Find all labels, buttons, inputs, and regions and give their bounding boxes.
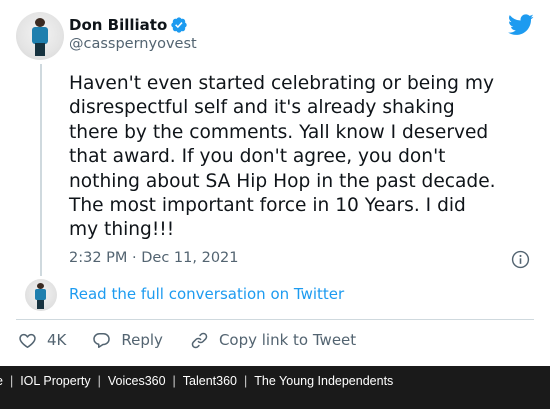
- thread-line: [40, 64, 42, 276]
- info-icon[interactable]: [511, 250, 530, 269]
- reply-avatar[interactable]: [25, 279, 57, 311]
- tweet-text-line: nothing about SA Hip Hop in the past dec…: [69, 170, 496, 192]
- copy-link-button[interactable]: Copy link to Tweet: [190, 331, 356, 350]
- copy-link-label: Copy link to Tweet: [218, 331, 357, 349]
- avatar[interactable]: [16, 12, 64, 60]
- like-button[interactable]: 4K: [18, 331, 66, 350]
- footer-link-iol-property[interactable]: IOL Property: [20, 374, 90, 388]
- tweet-text-line: my thing!!!: [69, 219, 175, 241]
- avatar-figure-legs: [35, 43, 45, 56]
- tweet-text-line: disrespectful self and it's already shak…: [69, 97, 455, 119]
- divider: [16, 319, 534, 320]
- reply-label: Reply: [121, 331, 163, 349]
- tweet-text-line: that award. If you don't agree, you don'…: [69, 146, 446, 168]
- link-icon: [191, 332, 208, 348]
- site-footer-bar: e | IOL Property | Voices360 | Talent360 | The Y…: [0, 366, 550, 409]
- tweet-embed-card: Don Billiato @casspernyovest Haven't eve…: [0, 0, 550, 366]
- reply-avatar-figure-body: [35, 289, 46, 300]
- author-name-row[interactable]: Don Billiato: [69, 14, 188, 36]
- tweet-text-line: Haven't even started celebrating or bein…: [69, 73, 494, 94]
- footer-link-voices360[interactable]: Voices360: [108, 374, 166, 388]
- heart-icon: [19, 333, 36, 348]
- footer-separator: |: [97, 374, 101, 388]
- tweet-text-line: The most important force in 10 Years. I …: [69, 195, 466, 217]
- read-full-conversation-link[interactable]: Read the full conversation on Twitter: [69, 285, 344, 303]
- twitter-bird-icon[interactable]: [508, 14, 534, 36]
- tweet-actions: 4K Reply Copy link to Tweet: [18, 329, 356, 351]
- reply-avatar-figure-legs: [37, 300, 44, 309]
- tweet-timestamp[interactable]: 2:32 PM · Dec 11, 2021: [69, 250, 239, 266]
- footer-separator: |: [9, 374, 14, 388]
- footer-link[interactable]: e: [0, 374, 3, 388]
- footer-link-young-independents[interactable]: The Young Independents: [254, 374, 393, 388]
- verified-badge-icon: [170, 16, 188, 34]
- reply-bubble-icon: [93, 332, 111, 348]
- tweet-text-line: there by the comments. Yall know I deser…: [69, 121, 489, 143]
- author-handle[interactable]: @casspernyovest: [69, 36, 197, 52]
- tweet-text: Haven't even started celebrating or bein…: [69, 72, 539, 243]
- footer-separator: |: [172, 374, 176, 388]
- footer-links: e | IOL Property | Voices360 | Talent360 | The Y…: [0, 374, 393, 388]
- footer-separator: |: [244, 374, 248, 388]
- avatar-figure-body: [32, 27, 48, 44]
- like-count: 4K: [47, 331, 67, 349]
- avatar-figure-head: [35, 18, 45, 27]
- author-display-name[interactable]: Don Billiato: [69, 16, 167, 34]
- footer-link-talent360[interactable]: Talent360: [183, 374, 237, 388]
- reply-button[interactable]: Reply: [92, 331, 163, 350]
